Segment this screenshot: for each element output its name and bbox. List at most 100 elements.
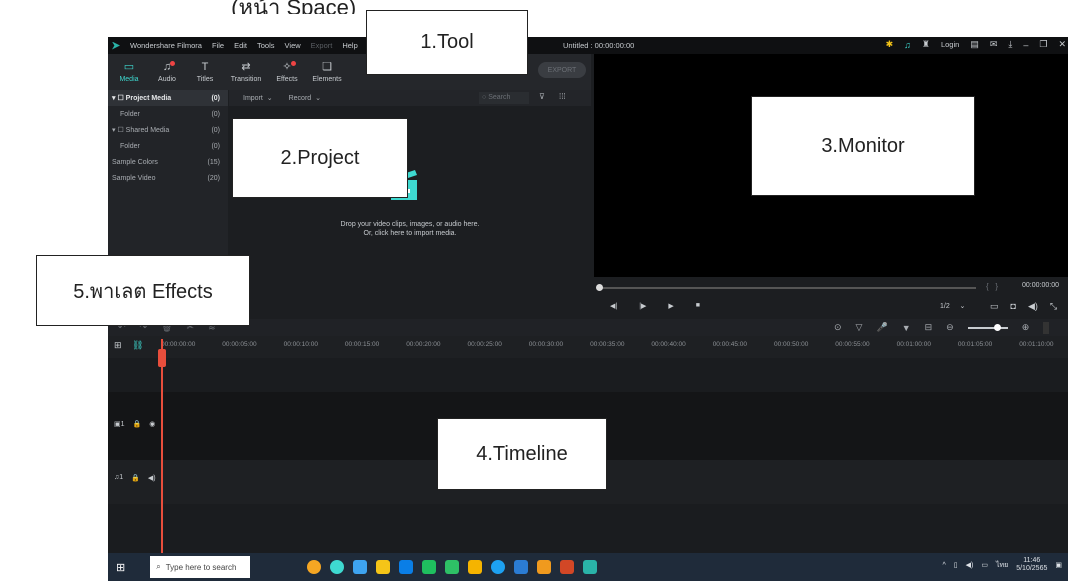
- progress-handle[interactable]: [596, 284, 603, 291]
- line-icon[interactable]: [445, 560, 460, 574]
- chevron-up-icon[interactable]: ^: [942, 562, 945, 569]
- filmora-taskbar-icon[interactable]: [583, 560, 598, 574]
- browser-icon[interactable]: [491, 560, 506, 574]
- fullscreen-icon[interactable]: ⤡: [1050, 301, 1057, 312]
- add-track-icon[interactable]: ⊞: [114, 340, 122, 351]
- transport: ◀| |▶ ▶ ■: [610, 302, 700, 310]
- import-dropdown[interactable]: Import ⌄: [243, 94, 273, 102]
- sidebar-item-sample-colors[interactable]: Sample Colors (15): [108, 154, 228, 170]
- timeline-side-handle[interactable]: [1043, 321, 1050, 334]
- ruler-tick: 00:00:15:00: [344, 341, 380, 348]
- filmora-logo-icon: [112, 41, 120, 50]
- menu-edit[interactable]: Edit: [234, 41, 247, 50]
- headset-icon[interactable]: ♫: [904, 40, 911, 50]
- sidebar-item-sample-video[interactable]: Sample Video (20): [108, 170, 228, 186]
- ruler-tick: 00:00:00:00: [161, 341, 196, 348]
- tool-effects[interactable]: ✧ Effects: [268, 54, 306, 90]
- restore-icon[interactable]: ❐: [1039, 39, 1047, 50]
- zoom-in-icon[interactable]: ⊕: [1022, 322, 1030, 333]
- caption-icon[interactable]: ⊟: [925, 322, 933, 333]
- project-title: Untitled : 00:00:00:00: [563, 41, 635, 50]
- export-button[interactable]: EXPORT: [538, 62, 586, 78]
- menu-tools[interactable]: Tools: [257, 41, 275, 50]
- tool-elements[interactable]: ❏ Elements: [306, 54, 348, 90]
- volume-icon[interactable]: ◀): [1028, 301, 1038, 312]
- next-frame-icon[interactable]: |▶: [639, 302, 646, 310]
- network-icon[interactable]: ▭: [981, 561, 988, 569]
- label-monitor: 3.Monitor: [751, 96, 975, 196]
- mic-icon[interactable]: 🎤: [876, 322, 887, 333]
- menu-file[interactable]: File: [212, 41, 224, 50]
- timeline-toolbar: ↶ ↷ 🗑 ✂ ≋ ⊙ ▽ 🎤 ▼ ⊟ ⊖ ⊕: [108, 319, 1068, 336]
- volume-tray-icon[interactable]: ◀): [966, 561, 974, 569]
- speaker-icon[interactable]: ◀): [148, 474, 156, 482]
- powerpoint-icon[interactable]: [560, 560, 575, 574]
- gift-icon[interactable]: ♜: [922, 39, 930, 50]
- playback-controls: { } 00:00:00:00 ◀| |▶ ▶ ■ 1/2 ⌄ ▭ ◘ ◀) ⤡: [594, 277, 1068, 319]
- lock-icon[interactable]: 🔒: [133, 420, 142, 428]
- menu-help[interactable]: Help: [342, 41, 357, 50]
- tool-audio[interactable]: ♫ Audio: [148, 54, 186, 90]
- marker-icon[interactable]: ▼: [902, 323, 911, 333]
- text-icon: T: [201, 60, 209, 73]
- language-indicator[interactable]: ไทย: [996, 560, 1008, 571]
- lock-icon[interactable]: 🔒: [131, 474, 140, 482]
- playhead[interactable]: [161, 339, 163, 553]
- close-icon[interactable]: ✕: [1058, 39, 1066, 50]
- folder-taskbar-icon[interactable]: [468, 560, 483, 574]
- menu-view[interactable]: View: [285, 41, 301, 50]
- grid-icon[interactable]: ⁞⁞⁞: [559, 92, 566, 101]
- menu-export[interactable]: Export: [311, 41, 333, 50]
- filter-icon[interactable]: ⊽: [539, 92, 545, 101]
- shield-icon[interactable]: ▽: [856, 322, 863, 333]
- clock[interactable]: 11:46 5/10/2565: [1016, 557, 1047, 573]
- zoom-ratio-select[interactable]: 1/2 ⌄: [940, 302, 965, 310]
- stop-icon[interactable]: ■: [696, 302, 700, 310]
- sidebar-item-folder[interactable]: Folder (0): [108, 106, 228, 122]
- link-icon[interactable]: ⛓: [132, 340, 143, 351]
- music-icon: ♫: [163, 60, 176, 73]
- notification-icon[interactable]: ▣: [1055, 561, 1062, 569]
- play-icon[interactable]: ▶: [668, 302, 673, 310]
- teams-icon[interactable]: [353, 560, 368, 574]
- mark-in-out[interactable]: { }: [986, 282, 998, 291]
- tool-transition[interactable]: ⇄ Transition: [224, 54, 268, 90]
- display-icon[interactable]: ▭: [990, 301, 999, 312]
- download-icon[interactable]: ⤓: [1008, 39, 1012, 50]
- file-explorer-icon[interactable]: [376, 560, 391, 574]
- effects-icon: ✧: [282, 60, 296, 73]
- mail-icon[interactable]: ✉: [990, 39, 998, 50]
- widgets-icon[interactable]: [307, 560, 322, 574]
- search-input[interactable]: ○ Search: [479, 92, 529, 104]
- doc-icon[interactable]: ▤: [970, 39, 979, 50]
- edge-icon[interactable]: [399, 560, 414, 574]
- prev-frame-icon[interactable]: ◀|: [610, 302, 617, 310]
- zoom-out-icon[interactable]: ⊖: [946, 322, 954, 333]
- word-icon[interactable]: [514, 560, 529, 574]
- zoom-slider[interactable]: [967, 323, 1008, 331]
- sidebar-item-shared-media[interactable]: ▾ ☐ Shared Media (0): [108, 122, 228, 138]
- app-c-icon[interactable]: [422, 560, 437, 574]
- progress-track[interactable]: [598, 287, 976, 289]
- battery-icon[interactable]: ▯: [954, 561, 958, 569]
- paint-icon[interactable]: [537, 560, 552, 574]
- record-dropdown[interactable]: Record ⌄: [289, 94, 321, 102]
- sidebar-item-folder[interactable]: Folder (0): [108, 138, 228, 154]
- login-link[interactable]: Login: [941, 40, 959, 49]
- tool-titles[interactable]: T Titles: [186, 54, 224, 90]
- label-effects: 5.พาเลต Effects: [36, 255, 250, 326]
- minimize-icon[interactable]: –: [1023, 40, 1028, 50]
- caption-fragment: ู (หน้า Space): [225, 0, 357, 14]
- sidebar-item-project-media[interactable]: ▾ ☐ Project Media (0): [108, 90, 228, 106]
- drop-hint[interactable]: Drop your video clips, images, or audio …: [229, 220, 591, 238]
- eye-icon[interactable]: ◉: [149, 420, 155, 428]
- snapshot-icon[interactable]: ◘: [1011, 301, 1016, 312]
- taskbar-search[interactable]: ⌕ Type here to search: [150, 556, 251, 578]
- folder-icon: ▭: [123, 60, 135, 73]
- cortana-icon[interactable]: [330, 560, 345, 574]
- tool-media[interactable]: ▭ Media: [110, 54, 148, 90]
- playhead-handle[interactable]: [158, 349, 166, 367]
- render-icon[interactable]: ⊙: [834, 322, 842, 333]
- bulb-icon[interactable]: ✱: [886, 39, 894, 50]
- windows-start-icon[interactable]: ⊞: [116, 561, 125, 574]
